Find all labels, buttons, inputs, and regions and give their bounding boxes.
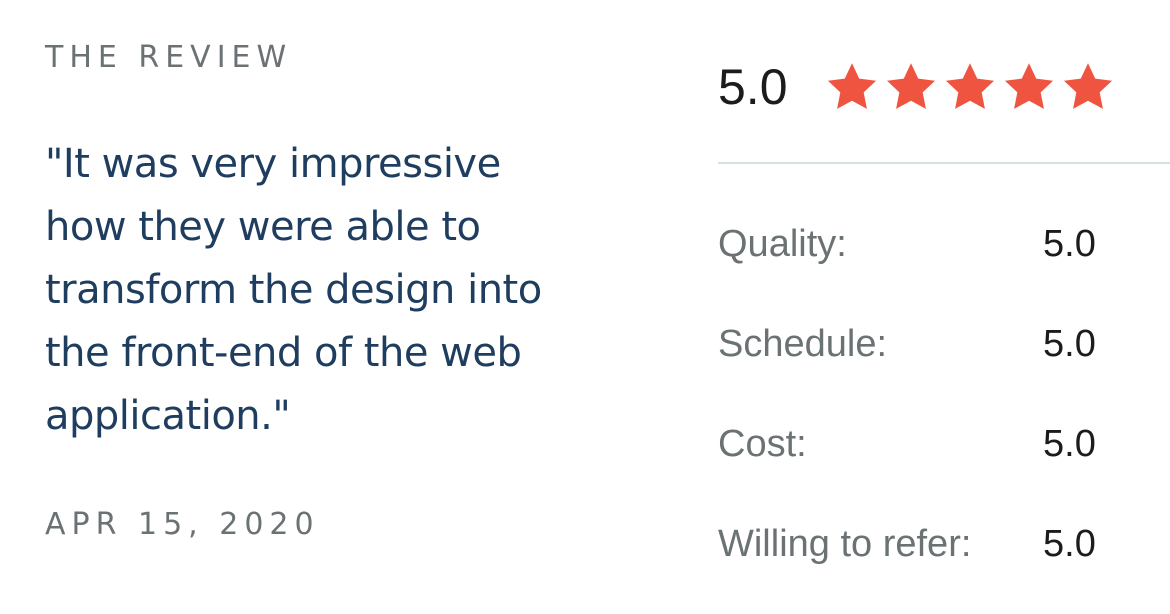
metric-row-quality: Quality: 5.0 (718, 214, 1170, 314)
metric-value: 5.0 (1043, 223, 1096, 265)
metric-label: Schedule: (718, 323, 888, 365)
star-icon (886, 63, 935, 109)
star-icon (1063, 63, 1112, 109)
review-date: APR 15, 2020 (45, 507, 320, 542)
metric-label: Cost: (718, 423, 807, 465)
review-heading: THE REVIEW (45, 40, 293, 75)
metric-row-cost: Cost: 5.0 (718, 414, 1170, 514)
review-section: THE REVIEW "It was very impressive how t… (45, 38, 645, 448)
metric-row-schedule: Schedule: 5.0 (718, 314, 1170, 414)
metric-value: 5.0 (1043, 423, 1096, 465)
metric-value: 5.0 (1043, 523, 1096, 565)
metric-value: 5.0 (1043, 323, 1096, 365)
rating-panel: 5.0 Quality: 5.0 Schedule: 5.0 Cost: 5.0… (718, 52, 1170, 565)
divider (718, 162, 1170, 164)
metric-label: Quality: (718, 223, 847, 265)
metrics-list: Quality: 5.0 Schedule: 5.0 Cost: 5.0 Wil… (718, 214, 1170, 614)
metric-label: Willing to refer: (718, 523, 972, 565)
star-rating (824, 59, 1119, 115)
star-icon (1004, 63, 1053, 109)
overall-score: 5.0 (718, 59, 788, 115)
star-icon (945, 63, 994, 109)
overall-rating: 5.0 (718, 52, 1170, 122)
review-quote: "It was very impressive how they were ab… (45, 141, 542, 439)
metric-row-willing-to-refer: Willing to refer: 5.0 (718, 514, 1170, 614)
star-icon (827, 63, 876, 109)
